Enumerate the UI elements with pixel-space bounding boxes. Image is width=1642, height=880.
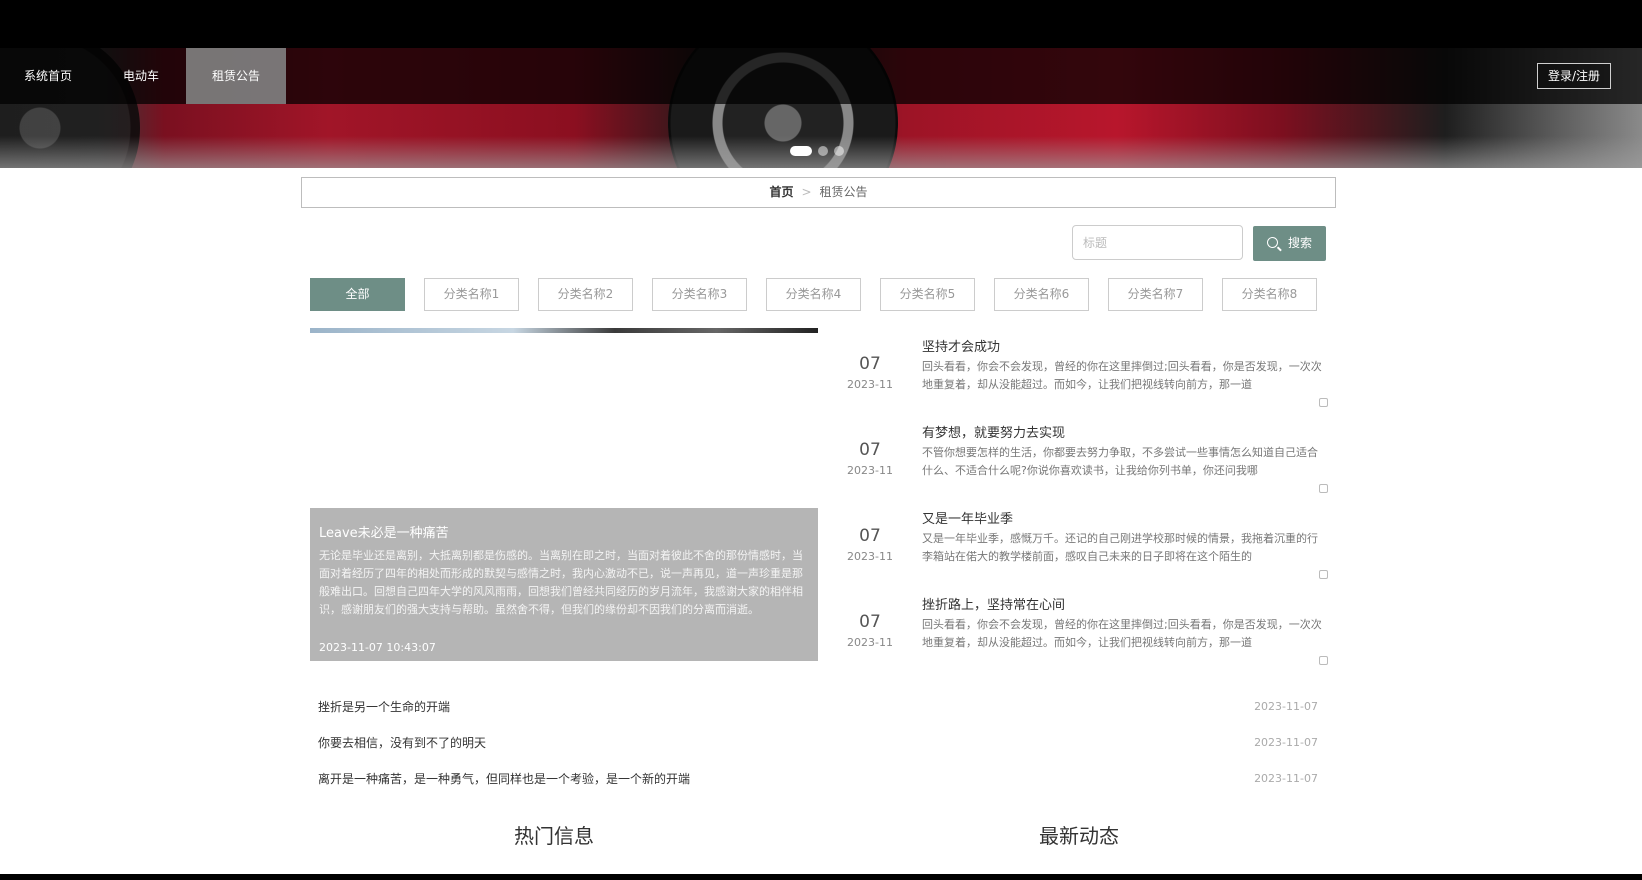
news-item-title: 又是一年毕业季: [922, 512, 1014, 527]
nav-item-rental-notice[interactable]: 租赁公告: [186, 48, 286, 104]
section-title-latest: 最新动态: [1039, 824, 1119, 848]
search-icon: [1266, 237, 1278, 248]
news-item[interactable]: 07 2023-11 挫折路上，坚持常在心间 回头看看，你会不会发现，曾经的你在…: [835, 594, 1332, 674]
more-icon[interactable]: [1319, 656, 1328, 665]
breadcrumb-home[interactable]: 首页: [769, 185, 793, 199]
breadcrumb: 首页 > 租赁公告: [301, 177, 1336, 208]
category-5[interactable]: 分类名称5: [880, 278, 975, 311]
category-3[interactable]: 分类名称3: [652, 278, 747, 311]
news-item-description: 回头看看，你会不会发现，曾经的你在这里摔倒过;回头看看，你是否发现，一次次地重复…: [922, 360, 1322, 391]
list-item-date: 2023-11-07: [1254, 772, 1318, 785]
news-item-title: 坚持才会成功: [922, 340, 1001, 355]
news-item-month: 2023-11: [847, 636, 893, 649]
news-item-month: 2023-11: [847, 550, 893, 563]
search-input[interactable]: [1072, 225, 1243, 260]
list-item[interactable]: 你要去相信，没有到不了的明天 2023-11-07: [318, 731, 1318, 755]
news-item-title: 有梦想，就要努力去实现: [922, 426, 1066, 441]
news-item-description: 不管你想要怎样的生活，你都要去努力争取，不多尝试一些事情怎么知道自己适合什么、不…: [922, 446, 1318, 477]
breadcrumb-current: 租赁公告: [819, 185, 868, 199]
featured-article-image: [310, 328, 818, 333]
carousel-dot-3[interactable]: [834, 146, 844, 156]
breadcrumb-separator: >: [801, 185, 812, 199]
news-item-day: 07: [859, 526, 881, 546]
more-icon[interactable]: [1319, 398, 1328, 407]
more-icon[interactable]: [1319, 570, 1328, 579]
main-content: 首页 > 租赁公告 搜索 全部 分类名称1 分类名称2 分类名称3 分类名称4 分类…: [0, 168, 1642, 874]
more-icon[interactable]: [1319, 484, 1328, 493]
news-item-day: 07: [859, 440, 881, 460]
news-item-description: 回头看看，你会不会发现，曾经的你在这里摔倒过;回头看看，你是否发现，一次次地重复…: [922, 618, 1322, 649]
list-item-title: 你要去相信，没有到不了的明天: [318, 736, 487, 750]
carousel-dot-2[interactable]: [818, 146, 828, 156]
news-item-month: 2023-11: [847, 378, 893, 391]
news-item[interactable]: 07 2023-11 坚持才会成功 回头看看，你会不会发现，曾经的你在这里摔倒过…: [835, 336, 1332, 416]
news-item-title: 挫折路上，坚持常在心间: [922, 598, 1066, 613]
search-button-label: 搜索: [1287, 236, 1312, 250]
featured-article-overlay: Leave未必是一种痛苦 无论是毕业还是离别，大抵离别都是伤感的。当离别在即之时…: [310, 508, 818, 661]
list-item-title: 挫折是另一个生命的开端: [318, 700, 451, 714]
featured-article-date: 2023-11-07 10:43:07: [319, 641, 436, 654]
featured-article-description: 无论是毕业还是离别，大抵离别都是伤感的。当离别在即之时，当面对着彼此不舍的那份情…: [319, 549, 803, 616]
news-item[interactable]: 07 2023-11 有梦想，就要努力去实现 不管你想要怎样的生活，你都要去努力…: [835, 422, 1332, 502]
section-title-hot: 热门信息: [514, 824, 594, 848]
bottom-black-bar: [0, 874, 1642, 880]
news-item-day: 07: [859, 612, 881, 632]
category-1[interactable]: 分类名称1: [424, 278, 519, 311]
top-black-bar: [0, 0, 1642, 48]
featured-article[interactable]: Leave未必是一种痛苦 无论是毕业还是离别，大抵离别都是伤感的。当离别在即之时…: [310, 328, 818, 841]
list-item-date: 2023-11-07: [1254, 700, 1318, 713]
category-4[interactable]: 分类名称4: [766, 278, 861, 311]
news-item-description: 又是一年毕业季，感慨万千。还记的自己刚进学校那时候的情景，我拖着沉重的行李箱站在…: [922, 532, 1318, 563]
login-register-button[interactable]: 登录/注册: [1537, 63, 1611, 89]
main-nav: 系统首页 电动车 租赁公告: [0, 48, 1642, 104]
nav-item-electric-vehicle[interactable]: 电动车: [96, 48, 186, 104]
category-8[interactable]: 分类名称8: [1222, 278, 1317, 311]
category-6[interactable]: 分类名称6: [994, 278, 1089, 311]
carousel-dot-1[interactable]: [790, 146, 812, 156]
news-item[interactable]: 07 2023-11 又是一年毕业季 又是一年毕业季，感慨万千。还记的自己刚进学…: [835, 508, 1332, 588]
list-item[interactable]: 离开是一种痛苦，是一种勇气，但同样也是一个考验，是一个新的开端 2023-11-…: [318, 767, 1318, 791]
news-item-day: 07: [859, 354, 881, 374]
list-item-date: 2023-11-07: [1254, 736, 1318, 749]
category-all[interactable]: 全部: [310, 278, 405, 311]
list-item[interactable]: 挫折是另一个生命的开端 2023-11-07: [318, 695, 1318, 719]
list-item-title: 离开是一种痛苦，是一种勇气，但同样也是一个考验，是一个新的开端: [318, 772, 691, 786]
category-7[interactable]: 分类名称7: [1108, 278, 1203, 311]
category-2[interactable]: 分类名称2: [538, 278, 633, 311]
news-item-month: 2023-11: [847, 464, 893, 477]
featured-article-title: Leave未必是一种痛苦: [319, 526, 449, 541]
nav-item-home[interactable]: 系统首页: [0, 48, 96, 104]
search-button[interactable]: 搜索: [1253, 226, 1326, 261]
